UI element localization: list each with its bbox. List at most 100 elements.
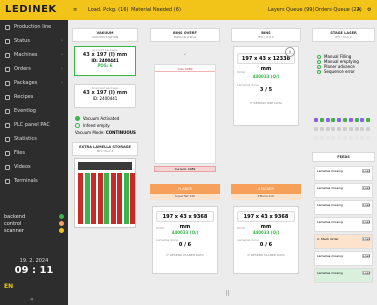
sidebar-item-3[interactable]: Orders › <box>0 62 68 76</box>
laser-indicator <box>337 127 342 131</box>
storage-slot[interactable] <box>110 173 116 224</box>
laser-indicator <box>343 127 347 131</box>
storage-grid[interactable] <box>74 158 136 228</box>
resend-stacker-button[interactable]: ⟳ RESEND PLANER DATA <box>234 253 298 257</box>
bins-header: BINS BTI / 2.4 4 <box>231 28 301 42</box>
sidebar-item-label: Terminals <box>14 178 38 184</box>
laser-indicator <box>366 118 371 122</box>
storage-slot[interactable] <box>130 173 135 224</box>
feed-item[interactable]: Lamellas missing Load <box>314 200 373 215</box>
layers-queue-link[interactable]: Layers Queue (99) <box>268 7 314 13</box>
sidebar-item-10[interactable]: Videos <box>0 160 68 174</box>
nav-icon <box>5 150 10 156</box>
sidebar-item-9[interactable]: Files <box>0 146 68 160</box>
sidebar-item-4[interactable]: Packages › <box>0 76 68 90</box>
feed-item[interactable]: Lamellas missing Load <box>314 268 373 283</box>
laser-header: STAGE LASER BTI / KLA 2 <box>312 28 375 42</box>
laser-indicator <box>314 136 318 140</box>
time-icon[interactable]: ⏱ <box>285 47 295 57</box>
resend-planer-button[interactable]: ⟳ RESEND PLANER DATA <box>153 253 217 257</box>
nav-icon <box>5 52 10 58</box>
stacker-count: 0 / 6 <box>259 242 273 248</box>
status-row: backend <box>4 213 64 220</box>
load-button[interactable]: Load <box>362 237 370 241</box>
storage-slot[interactable] <box>123 173 129 224</box>
laser-indicator <box>360 127 365 131</box>
settings-icon[interactable]: ⚙ <box>367 7 371 13</box>
laser-indicator <box>360 136 365 140</box>
status-dot <box>59 221 64 226</box>
storage-slot[interactable] <box>84 173 90 224</box>
sidebar-item-label: PLC panel PAC <box>14 122 50 128</box>
language-selector[interactable]: EN <box>4 283 13 290</box>
orders-queue-link[interactable]: Orders Queue (22) <box>315 7 362 13</box>
load-button[interactable]: Load <box>362 186 370 190</box>
laser-indicator <box>337 136 342 140</box>
status-label: backend <box>4 213 26 220</box>
option-sequence-error[interactable]: Sequence error <box>317 69 359 74</box>
sidebar-item-8[interactable]: Statistics <box>0 132 68 146</box>
laser-indicator <box>354 118 359 122</box>
laser-indicator <box>331 127 336 131</box>
resend-bins-button[interactable]: ⟳ RESEND ONE DATA <box>234 101 298 105</box>
planer-card: 197 x 43 x 9368 mm Order 440033 (Q/) Lam… <box>152 206 218 274</box>
nav-icon <box>5 122 10 128</box>
bins-order-value: 440033 (Q/) <box>252 74 280 79</box>
laser-indicator <box>314 118 318 122</box>
feed-item[interactable]: Lamellas missing Load <box>314 251 373 266</box>
sidebar-item-label: Statistics <box>14 136 37 142</box>
laser-indicator <box>325 136 330 140</box>
feed-item-label: Lamellas missing <box>317 220 343 224</box>
planer-header: PLANER <box>150 184 220 194</box>
feed-item[interactable]: Lamellas missing Load <box>314 217 373 232</box>
sidebar-item-label: Machines <box>14 52 38 58</box>
current-package-card[interactable]: Current package 43 x 197 (I) mm ID: 2400… <box>74 46 136 76</box>
stacker-card: 197 x 43 x 9368 mm Order 440033 (Q/) Lam… <box>233 206 299 274</box>
storage-slot[interactable] <box>91 173 96 224</box>
bins-overflow-column: BINS OVERF Material status ✓ max 4089 Cur… <box>150 28 220 298</box>
material-needed-link[interactable]: Material Needed (6) <box>131 7 181 13</box>
storage-slot[interactable] <box>78 173 83 224</box>
overflow-bar: Current: 4089 <box>154 166 216 172</box>
sidebar-item-11[interactable]: Terminals <box>0 174 68 188</box>
planer-order-value: 440033 (Q/) <box>171 230 199 235</box>
nav-icon <box>5 24 10 30</box>
laser-indicator <box>348 136 353 140</box>
load-button[interactable]: Load <box>362 169 370 173</box>
sidebar-item-label: Videos <box>14 164 31 170</box>
load-button[interactable]: Load <box>362 254 370 258</box>
collapse-icon[interactable]: « <box>30 296 34 303</box>
laser-indicator <box>319 136 324 140</box>
sidebar-item-2[interactable]: Machines › <box>0 48 68 62</box>
storage-slot[interactable] <box>104 173 109 224</box>
hamburger-icon[interactable]: ≡ <box>73 7 77 13</box>
feeds-list: Lamellas missing Load Lamellas missing Load… <box>312 164 375 285</box>
bins-overflow-header: BINS OVERF Material status <box>150 28 220 42</box>
infeed-status: Infeed empty <box>75 123 110 128</box>
feed-item[interactable]: Lamellas missing Load <box>314 183 373 198</box>
feed-item-label: 2. Stack Order <box>317 237 339 241</box>
bins-card: ⏱ 197 x 43 x 12338 mm Order 440033 (Q/) … <box>233 46 299 126</box>
load-button[interactable]: Load <box>362 220 370 224</box>
sidebar-item-6[interactable]: Eventlog <box>0 104 68 118</box>
status-label: control <box>4 220 22 227</box>
feed-item[interactable]: 2. Stack Order Load <box>314 234 373 249</box>
drag-handle-icon[interactable]: ⠿ <box>225 290 230 298</box>
storage-slot[interactable] <box>97 173 103 224</box>
storage-slot[interactable] <box>117 173 122 224</box>
feed-item[interactable]: Lamellas missing Load <box>314 166 373 181</box>
load-packages-link[interactable]: Load. Pckg. (16) <box>88 7 128 13</box>
connection-status: backend control scanner <box>4 213 64 234</box>
load-button[interactable]: Load <box>362 271 370 275</box>
sidebar-item-0[interactable]: Production line <box>0 20 68 34</box>
load-button[interactable]: Load <box>362 203 370 207</box>
sidebar-item-5[interactable]: Recipes <box>0 90 68 104</box>
storage-top-row <box>78 162 132 170</box>
laser-indicator <box>348 118 353 122</box>
sidebar-item-7[interactable]: PLC panel PAC <box>0 118 68 132</box>
user-icon[interactable]: A <box>357 7 360 13</box>
extra-storage-header: EXTRA LAMELLA STORAGE BTI / KLA 2 <box>72 142 138 156</box>
sidebar-item-1[interactable]: Status › <box>0 34 68 48</box>
laser-indicator <box>354 127 359 131</box>
date-label: 19. 2. 2024 <box>19 258 49 264</box>
